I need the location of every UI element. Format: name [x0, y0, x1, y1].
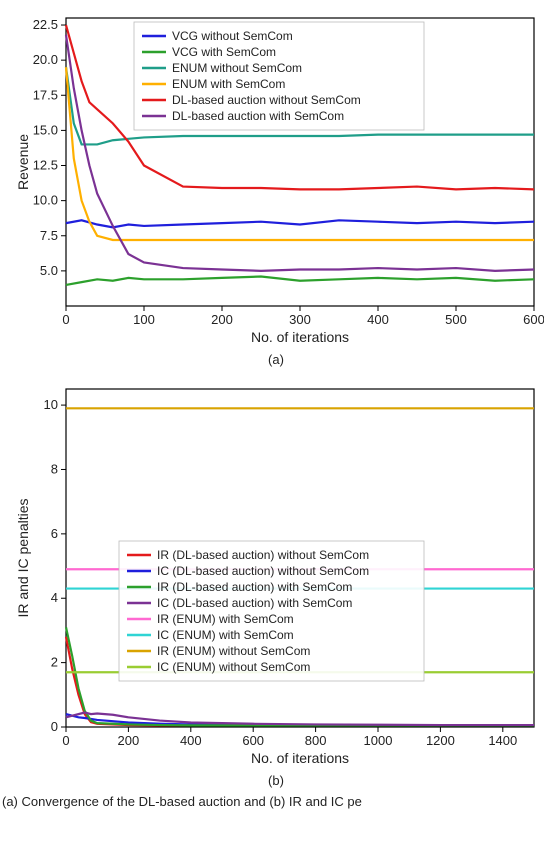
svg-text:200: 200 [211, 312, 233, 327]
svg-text:No. of iterations: No. of iterations [251, 329, 349, 345]
figure-footer-text: (a) Convergence of the DL-based auction … [0, 788, 552, 809]
chart-revenue: 0 100 200 300 400 500 600 5.0 7.5 10.0 12.5 15.0 17.… [14, 10, 544, 350]
svg-text:6: 6 [51, 526, 58, 541]
svg-text:Revenue: Revenue [15, 134, 31, 190]
svg-text:DL-based auction without SemCo: DL-based auction without SemCom [172, 93, 361, 107]
svg-text:10: 10 [44, 397, 58, 412]
svg-text:200: 200 [118, 733, 140, 748]
svg-text:1400: 1400 [488, 733, 517, 748]
svg-text:IR (ENUM) without SemCom: IR (ENUM) without SemCom [157, 644, 310, 658]
svg-text:IR (DL-based auction) without: IR (DL-based auction) without SemCom [157, 548, 369, 562]
svg-text:VCG without SemCom: VCG without SemCom [172, 29, 293, 43]
caption-a: (a) [0, 352, 552, 367]
svg-text:IC (ENUM) without SemCom: IC (ENUM) without SemCom [157, 660, 310, 674]
svg-text:0: 0 [62, 312, 69, 327]
svg-text:400: 400 [367, 312, 389, 327]
svg-text:0: 0 [51, 719, 58, 734]
svg-text:500: 500 [445, 312, 467, 327]
svg-text:2: 2 [51, 655, 58, 670]
svg-text:15.0: 15.0 [33, 122, 58, 137]
svg-text:ENUM without SemCom: ENUM without SemCom [172, 61, 302, 75]
svg-text:10.0: 10.0 [33, 193, 58, 208]
svg-text:600: 600 [242, 733, 264, 748]
svg-text:IC (DL-based auction) without: IC (DL-based auction) without SemCom [157, 564, 369, 578]
caption-b: (b) [0, 773, 552, 788]
svg-text:IR and IC penalties: IR and IC penalties [15, 498, 31, 617]
svg-text:300: 300 [289, 312, 311, 327]
svg-text:100: 100 [133, 312, 155, 327]
svg-text:7.5: 7.5 [40, 228, 58, 243]
svg-text:DL-based auction with SemCom: DL-based auction with SemCom [172, 109, 344, 123]
svg-text:1000: 1000 [364, 733, 393, 748]
svg-text:22.5: 22.5 [33, 17, 58, 32]
svg-text:IC (DL-based auction) with Sem: IC (DL-based auction) with SemCom [157, 596, 352, 610]
svg-text:20.0: 20.0 [33, 52, 58, 67]
svg-text:8: 8 [51, 461, 58, 476]
svg-text:IR (ENUM) with SemCom: IR (ENUM) with SemCom [157, 612, 294, 626]
chart-penalties: 0 200 400 600 800 1000 1200 1400 0 2 4 6 8 10 No. of i… [14, 381, 544, 771]
svg-text:4: 4 [51, 590, 58, 605]
svg-text:VCG with SemCom: VCG with SemCom [172, 45, 276, 59]
svg-text:600: 600 [523, 312, 544, 327]
svg-text:IC (ENUM) with SemCom: IC (ENUM) with SemCom [157, 628, 294, 642]
svg-text:0: 0 [62, 733, 69, 748]
svg-text:17.5: 17.5 [33, 87, 58, 102]
svg-text:IR (DL-based auction) with Sem: IR (DL-based auction) with SemCom [157, 580, 352, 594]
svg-text:ENUM with SemCom: ENUM with SemCom [172, 77, 285, 91]
svg-text:1200: 1200 [426, 733, 455, 748]
svg-text:No. of iterations: No. of iterations [251, 750, 349, 766]
svg-text:800: 800 [305, 733, 327, 748]
svg-text:5.0: 5.0 [40, 263, 58, 278]
svg-text:400: 400 [180, 733, 202, 748]
svg-text:12.5: 12.5 [33, 158, 58, 173]
